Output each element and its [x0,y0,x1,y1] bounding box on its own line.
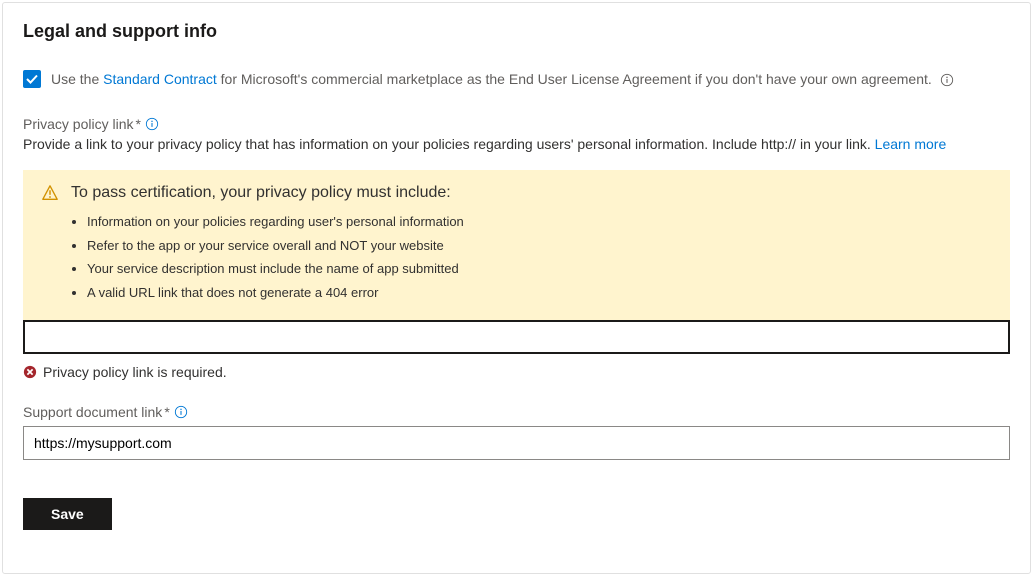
warning-item: Your service description must include th… [87,259,992,279]
info-icon[interactable] [145,117,159,131]
support-document-label-text: Support document link [23,404,162,420]
privacy-policy-description-text: Provide a link to your privacy policy th… [23,136,875,152]
checkmark-icon [26,73,38,85]
privacy-policy-description: Provide a link to your privacy policy th… [23,136,1010,152]
support-document-required: * [164,404,169,420]
support-document-input[interactable] [23,426,1010,460]
warning-title: To pass certification, your privacy poli… [71,184,451,202]
standard-contract-row: Use the Standard Contract for Microsoft'… [23,70,1010,88]
section-title: Legal and support info [23,21,1010,42]
save-button[interactable]: Save [23,498,112,530]
standard-contract-label: Use the Standard Contract for Microsoft'… [51,71,954,87]
warning-item: A valid URL link that does not generate … [87,283,992,303]
privacy-policy-required: * [135,116,140,132]
warning-item: Information on your policies regarding u… [87,212,992,232]
privacy-policy-input[interactable] [23,320,1010,354]
support-document-label: Support document link * [23,404,1010,420]
standard-contract-prefix: Use the [51,71,103,87]
learn-more-link[interactable]: Learn more [875,136,947,152]
standard-contract-link[interactable]: Standard Contract [103,71,217,87]
info-icon[interactable] [940,73,954,87]
error-icon [23,365,37,379]
warning-list: Information on your policies regarding u… [41,212,992,302]
warning-item: Refer to the app or your service overall… [87,236,992,256]
standard-contract-suffix: for Microsoft's commercial marketplace a… [217,71,932,87]
certification-warning: To pass certification, your privacy poli… [23,170,1010,320]
standard-contract-checkbox[interactable] [23,70,41,88]
privacy-policy-error: Privacy policy link is required. [23,364,1010,380]
warning-icon [41,184,59,202]
privacy-policy-label-text: Privacy policy link [23,116,133,132]
privacy-policy-label: Privacy policy link * [23,116,1010,132]
error-text: Privacy policy link is required. [43,364,227,380]
info-icon[interactable] [174,405,188,419]
